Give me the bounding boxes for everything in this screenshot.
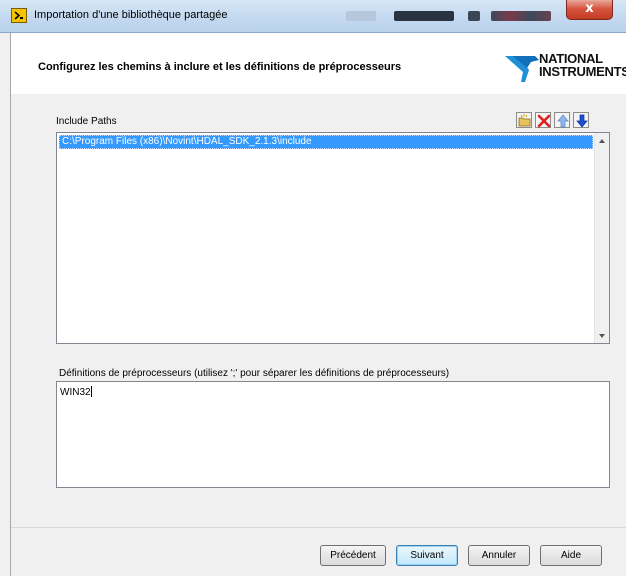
delete-icon (537, 114, 551, 128)
blurred-taskbar-item (491, 11, 551, 21)
window-left-edge (0, 33, 11, 576)
browse-folder-icon (518, 114, 531, 127)
national-instruments-logo: NATIONAL INSTRUMENTS (505, 52, 626, 86)
previous-button[interactable]: Précédent (320, 545, 386, 566)
app-icon (11, 8, 27, 23)
ni-logo-line2: INSTRUMENTS (539, 64, 626, 79)
close-icon: x (585, 1, 594, 16)
definitions-label: Définitions de préprocesseurs (utilisez … (59, 368, 450, 379)
next-button[interactable]: Suivant (396, 545, 458, 566)
include-paths-scrollbar[interactable] (594, 133, 609, 343)
move-up-button[interactable] (554, 112, 570, 128)
include-path-item[interactable]: C:\Program Files (x86)\Novint\HDAL_SDK_2… (59, 135, 593, 149)
move-down-icon (576, 114, 588, 128)
cancel-button[interactable]: Annuler (468, 545, 530, 566)
text-caret (90, 386, 92, 397)
scroll-up-icon[interactable] (599, 139, 605, 143)
delete-path-button[interactable] (535, 112, 551, 128)
blurred-taskbar-item (394, 11, 454, 21)
definitions-textarea[interactable]: WIN32 (56, 381, 610, 488)
browse-folder-button[interactable] (516, 112, 532, 128)
scroll-down-icon[interactable] (599, 334, 605, 338)
page-title: Configurez les chemins à inclure et les … (38, 61, 402, 73)
help-button[interactable]: Aide (540, 545, 602, 566)
wizard-footer (11, 527, 626, 576)
title-bar: Importation d'une bibliothèque partagée … (0, 0, 626, 33)
include-paths-label: Include Paths (56, 116, 117, 127)
blurred-taskbar-item (346, 11, 376, 21)
move-down-button[interactable] (573, 112, 589, 128)
ni-eagle-icon (505, 56, 539, 82)
blurred-taskbar-item (468, 11, 480, 21)
include-paths-list[interactable]: C:\Program Files (x86)\Novint\HDAL_SDK_2… (56, 132, 610, 344)
move-up-icon (557, 114, 569, 128)
definitions-value: WIN32 (60, 387, 91, 398)
wizard-header: Configurez les chemins à inclure et les … (11, 33, 626, 93)
window-title: Importation d'une bibliothèque partagée (34, 9, 228, 21)
ni-logo-text: NATIONAL INSTRUMENTS (539, 52, 626, 78)
close-button[interactable]: x (566, 0, 613, 20)
definitions-content: WIN32 (60, 386, 92, 398)
